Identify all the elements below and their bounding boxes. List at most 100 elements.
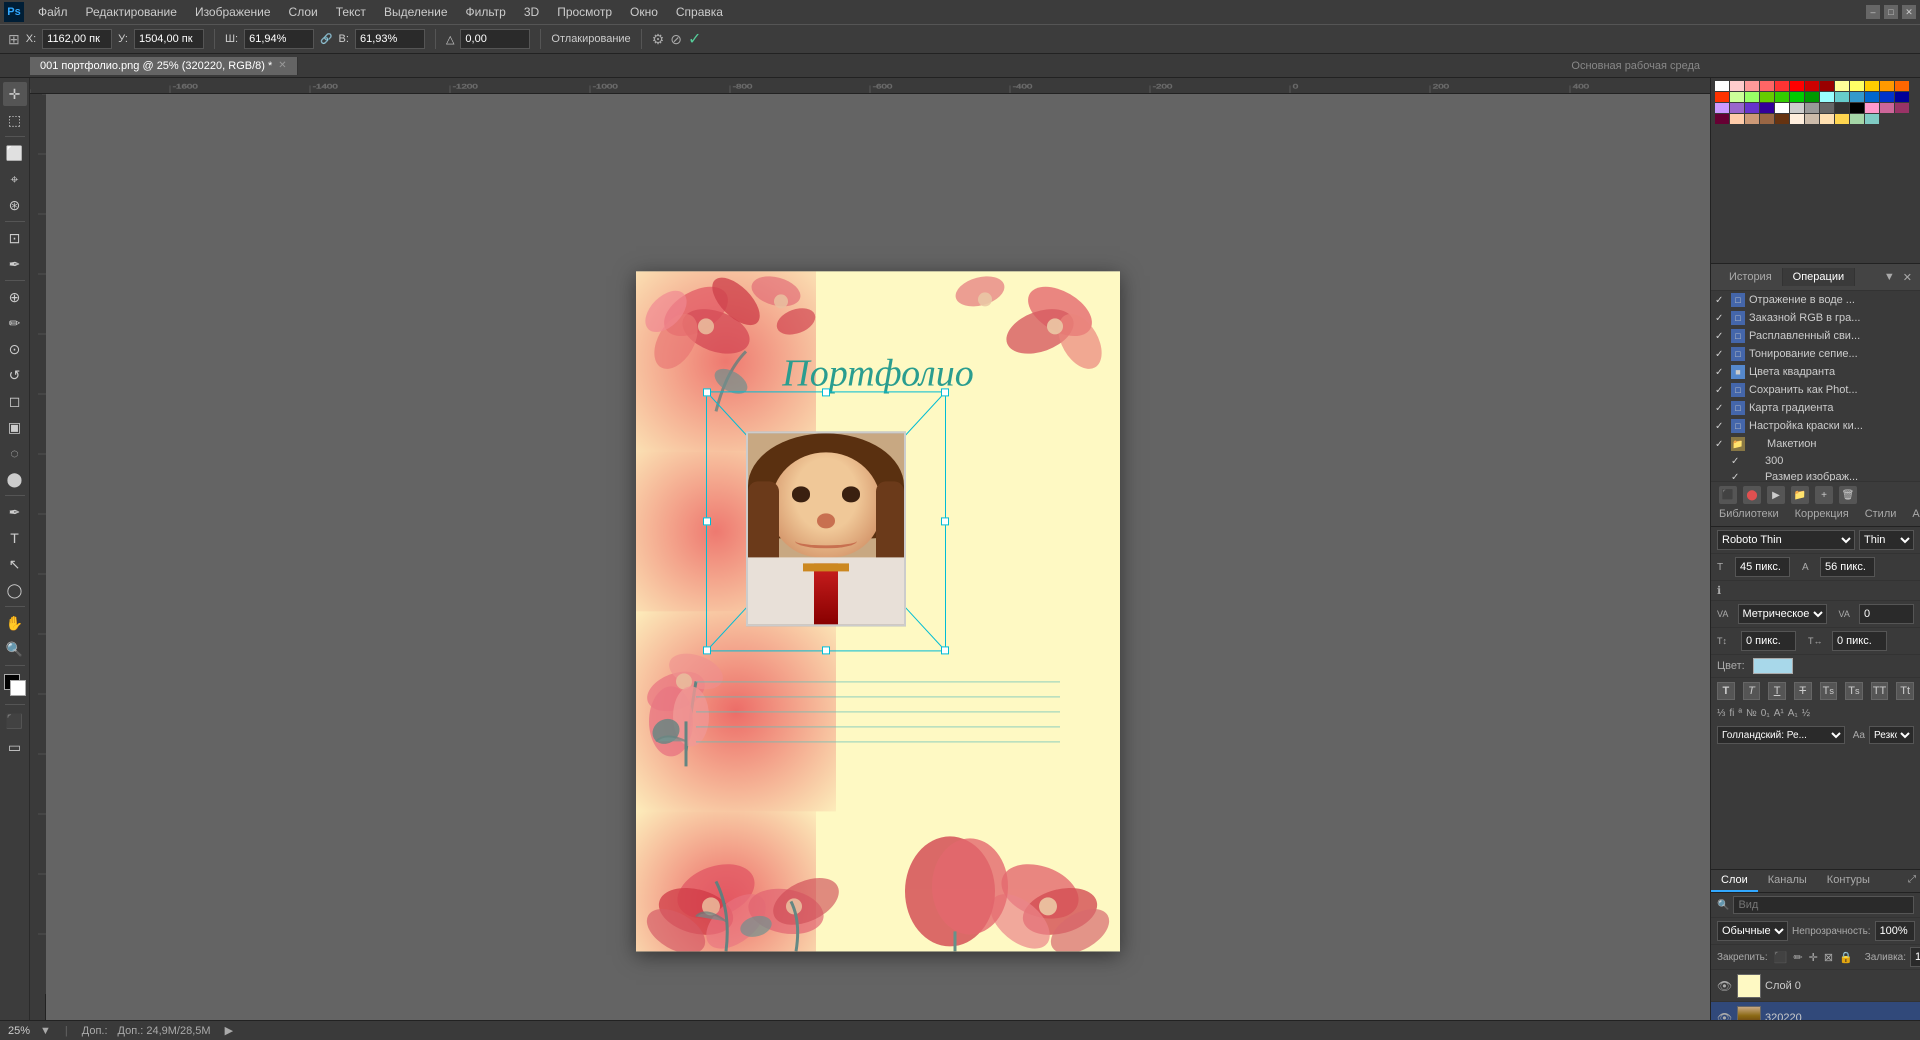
swatch[interactable] <box>1730 114 1744 124</box>
lock-transparent-btn[interactable]: ⬛ <box>1774 951 1788 964</box>
layer-visibility-0[interactable]: 👁 <box>1717 979 1733 993</box>
swatch[interactable] <box>1790 92 1804 102</box>
sub-char[interactable]: A₁ <box>1788 708 1798 719</box>
menu-filter[interactable]: Фильтр <box>458 3 514 21</box>
tracking-input[interactable] <box>1859 604 1914 624</box>
brush-tool[interactable]: ✏ <box>3 311 27 335</box>
swatch[interactable] <box>1880 81 1894 91</box>
antialiasing-select[interactable]: Резкое <box>1869 726 1914 744</box>
menu-3d[interactable]: 3D <box>516 3 547 21</box>
swatch[interactable] <box>1895 103 1909 113</box>
swatch[interactable] <box>1835 114 1849 124</box>
dodge-tool[interactable]: ⬤ <box>3 467 27 491</box>
ops-item[interactable]: ✓ □ Настройка краски ки... <box>1711 417 1920 435</box>
transform-handle-bottom-right[interactable] <box>941 646 949 654</box>
marquee-tool[interactable]: ⬜ <box>3 141 27 165</box>
path-select-tool[interactable]: ↖ <box>3 552 27 576</box>
tab-libraries[interactable]: Библиотеки <box>1711 504 1787 526</box>
swatch[interactable] <box>1805 81 1819 91</box>
swatch[interactable] <box>1715 81 1729 91</box>
tab-layers[interactable]: Слои <box>1711 870 1758 892</box>
shape-tool[interactable]: ◯ <box>3 578 27 602</box>
minimize-button[interactable]: – <box>1866 5 1880 19</box>
transform-handle-bottom-left[interactable] <box>703 646 711 654</box>
quick-select-tool[interactable]: ⊛ <box>3 193 27 217</box>
ops-item[interactable]: ✓ □ Карта градиента <box>1711 399 1920 417</box>
swatch[interactable] <box>1790 114 1804 124</box>
transform-handle-top-left[interactable] <box>703 388 711 396</box>
swatch[interactable] <box>1850 81 1864 91</box>
tab-paths[interactable]: Контуры <box>1817 870 1880 892</box>
h-input[interactable] <box>355 29 425 49</box>
cancel-transform-icon[interactable]: ⊘ <box>670 31 682 48</box>
transform-handle-top-right[interactable] <box>941 388 949 396</box>
menu-edit[interactable]: Редактирование <box>78 3 185 21</box>
color-picker[interactable] <box>4 674 26 696</box>
lock-artboards-btn[interactable]: ⊠ <box>1824 951 1833 964</box>
tab-styles[interactable]: Стили <box>1857 504 1905 526</box>
swatch[interactable] <box>1805 103 1819 113</box>
ops-play-btn[interactable]: ▶ <box>1767 486 1785 504</box>
oldstyle-char[interactable]: 0₁ <box>1761 708 1770 719</box>
swatch[interactable] <box>1865 103 1879 113</box>
menu-text[interactable]: Текст <box>328 3 374 21</box>
photo-frame-container[interactable] <box>726 411 926 651</box>
w-input[interactable] <box>244 29 314 49</box>
screen-mode-tool[interactable]: ▭ <box>3 735 27 759</box>
tab-close-button[interactable]: ✕ <box>278 60 286 71</box>
background-color[interactable] <box>10 680 26 696</box>
warp-icon[interactable]: ⚙ <box>652 31 665 48</box>
ops-record-btn[interactable]: ⬤ <box>1743 486 1761 504</box>
ops-item[interactable]: ✓ Размер изображ... <box>1711 469 1920 481</box>
pen-tool[interactable]: ✒ <box>3 500 27 524</box>
vertical-scale-input[interactable] <box>1741 631 1796 651</box>
swatch[interactable] <box>1850 103 1864 113</box>
ops-item[interactable]: ✓ ■ Цвета квадранта <box>1711 363 1920 381</box>
layers-search-input[interactable] <box>1733 896 1914 914</box>
x-input[interactable] <box>42 29 112 49</box>
menu-select[interactable]: Выделение <box>376 3 456 21</box>
smallcaps-button[interactable]: Tt <box>1896 682 1914 700</box>
leading-input[interactable] <box>1820 557 1875 577</box>
gradient-tool[interactable]: ▣ <box>3 415 27 439</box>
transform-handle-mid-right[interactable] <box>941 517 949 525</box>
panel-close-icon[interactable]: ✕ <box>1903 271 1912 284</box>
ordinal-char[interactable]: ª <box>1738 708 1742 719</box>
swatch[interactable] <box>1895 81 1909 91</box>
y-input[interactable] <box>134 29 204 49</box>
num-char[interactable]: № <box>1746 708 1757 719</box>
swatch[interactable] <box>1865 114 1879 124</box>
swatch[interactable] <box>1730 103 1744 113</box>
language-select[interactable]: Голландский: Ре... <box>1717 726 1845 744</box>
artboard-tool[interactable]: ⬚ <box>3 108 27 132</box>
document-tab[interactable]: 001 портфолио.png @ 25% (320220, RGB/8) … <box>30 57 298 75</box>
opacity-input[interactable] <box>1875 921 1915 941</box>
swatch[interactable] <box>1790 81 1804 91</box>
swatch[interactable] <box>1805 92 1819 102</box>
blend-mode-select[interactable]: Обычные <box>1717 921 1788 941</box>
swatch[interactable] <box>1760 103 1774 113</box>
superscript-button[interactable]: Ts <box>1820 682 1838 700</box>
expand-btn[interactable]: ▶ <box>225 1024 233 1037</box>
font-style-select[interactable]: Thin <box>1859 530 1914 550</box>
subscript-button[interactable]: Ts <box>1845 682 1863 700</box>
ops-stop-btn[interactable]: ⬛ <box>1719 486 1737 504</box>
swatch[interactable] <box>1835 92 1849 102</box>
swatch[interactable] <box>1760 114 1774 124</box>
swatch[interactable] <box>1820 92 1834 102</box>
ops-add-btn[interactable]: + <box>1815 486 1833 504</box>
liga-char[interactable]: fi <box>1729 708 1734 719</box>
ops-item[interactable]: ✓ 📁 Макетион <box>1711 435 1920 453</box>
move-tool[interactable]: ✛ <box>3 82 27 106</box>
ops-item[interactable]: ✓ □ Сохранить как Phot... <box>1711 381 1920 399</box>
angle-input[interactable] <box>460 29 530 49</box>
swatch[interactable] <box>1745 114 1759 124</box>
swatch[interactable] <box>1715 103 1729 113</box>
swatch[interactable] <box>1880 103 1894 113</box>
ops-item[interactable]: ✓ □ Тонирование сепие... <box>1711 345 1920 363</box>
swatch[interactable] <box>1775 103 1789 113</box>
ops-item[interactable]: ✓ 300 <box>1711 453 1920 469</box>
swatch[interactable] <box>1820 114 1834 124</box>
tab-operations[interactable]: Операции <box>1783 268 1855 286</box>
char-color-swatch[interactable] <box>1753 658 1793 674</box>
